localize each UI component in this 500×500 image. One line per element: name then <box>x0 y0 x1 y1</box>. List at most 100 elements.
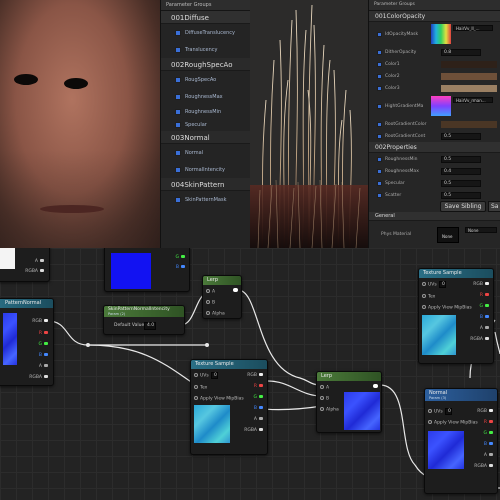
node-title: Lerp <box>203 276 241 285</box>
param-normal-intencity[interactable]: NormalIntencity <box>161 161 250 178</box>
checkbox[interactable] <box>175 108 181 115</box>
value-field[interactable]: 0.4 <box>441 167 481 175</box>
param-roughnessmin[interactable]: RoughnessMin 0.5 <box>369 153 500 165</box>
output-pin[interactable] <box>233 288 238 292</box>
left-eye <box>14 74 38 85</box>
node-blue-constant[interactable]: G B <box>104 248 190 292</box>
normal-texture-preview <box>428 431 464 469</box>
color-swatch[interactable] <box>441 84 497 92</box>
phys-material-row[interactable]: Phys Material None None <box>369 225 500 245</box>
group-001diffuse[interactable]: 001Diffuse <box>161 11 250 24</box>
param-diffuse-translucency[interactable]: DiffuseTranslucency <box>161 24 250 41</box>
param-roughnessmax[interactable]: RoughnessMax 0.4 <box>369 165 500 177</box>
checkbox[interactable] <box>377 168 382 174</box>
checkbox[interactable] <box>175 166 181 173</box>
checkbox[interactable] <box>175 76 181 83</box>
param-color1[interactable]: Color1 <box>369 58 500 70</box>
texture-dropdown[interactable]: HairVv_II_... <box>453 25 493 31</box>
param-idopacitymask[interactable]: IdOpacityMask HairVv_II_... <box>369 22 500 46</box>
node-texture-sample-center[interactable]: Texture Sample UVs 0 Tex Apply View MipB… <box>190 359 268 455</box>
checkbox[interactable] <box>175 196 181 203</box>
checkbox[interactable] <box>377 73 382 79</box>
value-field[interactable]: 0.8 <box>441 48 481 56</box>
node-partial-top-left[interactable]: A RGBA <box>0 248 50 282</box>
param-scatter[interactable]: Scatter 0.5 <box>369 189 500 201</box>
texture-preview <box>422 315 456 355</box>
checkbox[interactable] <box>377 49 382 55</box>
checkbox[interactable] <box>377 61 382 67</box>
color-swatch[interactable] <box>441 60 497 68</box>
material-graph[interactable]: A RGBA PatternNormal RGB R G B A RGBA G … <box>0 248 500 500</box>
group-002roughspecao[interactable]: 002RoughSpecAo <box>161 58 250 71</box>
color-swatch[interactable] <box>441 72 497 80</box>
group-003normal[interactable]: 003Normal <box>161 131 250 144</box>
checkbox[interactable] <box>377 121 382 127</box>
node-skin-pattern-normal-intencity[interactable]: SkinPatternNormalIntencity Param (2) Def… <box>103 305 185 335</box>
param-skin-pattern-mask[interactable]: SkinPatternMask <box>161 191 250 208</box>
uvs-field[interactable]: 0 <box>445 408 452 415</box>
value-field[interactable]: 0.5 <box>441 191 481 199</box>
normal-texture-preview <box>3 313 17 365</box>
uvs-field[interactable]: 0 <box>211 372 218 379</box>
phys-material-label: Phys Material <box>381 232 412 237</box>
checkbox[interactable] <box>377 31 382 37</box>
left-parameter-panel: Parameter Groups 001Diffuse DiffuseTrans… <box>160 0 250 248</box>
checkbox[interactable] <box>175 93 181 100</box>
hair-strands <box>250 4 368 248</box>
param-translucency[interactable]: Translucency <box>161 41 250 58</box>
node-title: Lerp <box>317 372 381 381</box>
group-general[interactable]: General <box>369 212 500 221</box>
param-rougspecao[interactable]: RougSpecAo <box>161 71 250 88</box>
group-004skinpattern[interactable]: 004SkinPattern <box>161 178 250 191</box>
value-field[interactable]: 0.5 <box>441 155 481 163</box>
param-normal[interactable]: Normal <box>161 144 250 161</box>
param-color2[interactable]: Color2 <box>369 70 500 82</box>
group-002properties[interactable]: 002Properties <box>369 142 500 153</box>
checkbox[interactable] <box>377 192 382 198</box>
right-eye <box>64 78 88 89</box>
panel-header: Parameter Groups <box>161 0 250 11</box>
texture-thumbnail[interactable] <box>431 24 451 44</box>
texture-dropdown[interactable]: HairVv_rman... <box>453 97 493 103</box>
phys-material-dropdown[interactable]: None <box>465 227 497 233</box>
node-lerp-2[interactable]: Lerp A B Alpha <box>316 371 382 433</box>
checkbox[interactable] <box>175 29 181 36</box>
phys-material-thumb[interactable]: None <box>437 227 459 243</box>
param-hightgradientma[interactable]: HightGradientMa HairVv_rman... <box>369 94 500 118</box>
output-pin[interactable] <box>373 384 378 388</box>
default-value-field[interactable]: 4.0 <box>144 322 156 330</box>
checkbox[interactable] <box>175 121 181 128</box>
param-roughness-min[interactable]: RoughnessMin <box>161 105 250 118</box>
node-pattern-normal[interactable]: PatternNormal RGB R G B A RGBA <box>0 298 54 386</box>
param-specular[interactable]: Specular 0.5 <box>369 177 500 189</box>
value-field[interactable]: 0.5 <box>441 132 481 140</box>
hair-viewport[interactable] <box>250 0 368 248</box>
param-rootgradientcolor[interactable]: RootGradientColor <box>369 118 500 130</box>
param-ditheropacity[interactable]: DitherOpacity 0.8 <box>369 46 500 58</box>
save-sibling-button[interactable]: Save Sibling <box>440 201 486 212</box>
color-swatch[interactable] <box>441 120 497 128</box>
node-normal[interactable]: Normal Param (3) UVs 0 Apply View MipBia… <box>424 388 498 494</box>
checkbox[interactable] <box>377 180 382 186</box>
texture-thumbnail[interactable] <box>431 96 451 116</box>
param-specular[interactable]: Specular <box>161 118 250 131</box>
uvs-field[interactable]: 0 <box>439 281 446 288</box>
panel-header: Parameter Groups <box>369 0 500 11</box>
checkbox[interactable] <box>377 156 382 162</box>
save-as-button[interactable]: Sa <box>488 201 500 212</box>
param-roughness-max[interactable]: RoughnessMax <box>161 88 250 105</box>
group-001coloropacity[interactable]: 001ColorOpacity <box>369 11 500 22</box>
param-color3[interactable]: Color3 <box>369 82 500 94</box>
checkbox[interactable] <box>377 85 382 91</box>
node-texture-sample-right[interactable]: Texture Sample UVs 0 Tex Apply View MipB… <box>418 268 494 364</box>
node-lerp-1[interactable]: Lerp A B Alpha <box>202 275 242 319</box>
value-field[interactable]: 0.5 <box>441 179 481 187</box>
node-title: Texture Sample <box>419 269 493 278</box>
face-viewport[interactable] <box>0 0 160 248</box>
checkbox[interactable] <box>175 46 181 53</box>
blue-preview <box>111 253 151 289</box>
param-rootgradientcont[interactable]: RootGradientCont 0.5 <box>369 130 500 142</box>
checkbox[interactable] <box>377 103 382 109</box>
checkbox[interactable] <box>377 133 382 139</box>
checkbox[interactable] <box>175 149 181 156</box>
